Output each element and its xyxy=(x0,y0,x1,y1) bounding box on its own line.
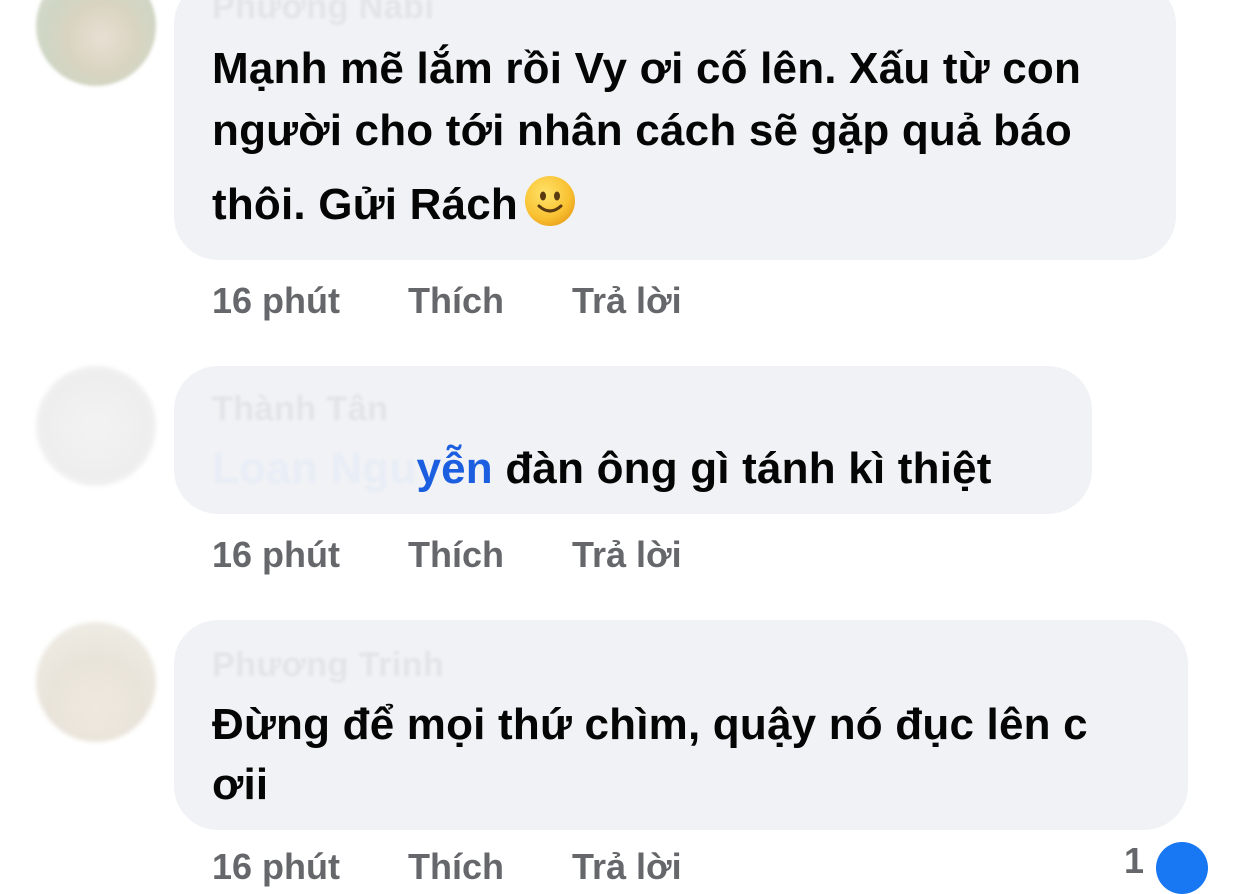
reply-button[interactable]: Trả lời xyxy=(572,534,682,576)
like-reaction-icon xyxy=(1156,842,1208,894)
reply-button[interactable]: Trả lời xyxy=(572,280,682,322)
comment-author[interactable]: Phương Trinh xyxy=(212,646,444,685)
like-button[interactable]: Thích xyxy=(408,534,504,576)
slightly-smiling-face-icon xyxy=(525,176,576,226)
reply-button[interactable]: Trả lời xyxy=(572,846,682,888)
comment-time[interactable]: 16 phút xyxy=(212,534,340,576)
comment-text: Loan Nguyễn đàn ông gì tánh kì thiệt xyxy=(212,438,992,500)
comment-text-line-3-text: thôi. Gửi Rách xyxy=(212,180,519,229)
comment-text-line-1: Đừng để mọi thứ chìm, quậy nó đục lên c xyxy=(212,700,1088,749)
like-button[interactable]: Thích xyxy=(408,280,504,322)
comment-text-line-1: Mạnh mẽ lắm rồi Vy ơi cố lên. Xấu từ con xyxy=(212,44,1082,93)
comment-text-body: đàn ông gì tánh kì thiệt xyxy=(492,444,992,493)
like-button[interactable]: Thích xyxy=(408,846,504,888)
avatar[interactable] xyxy=(36,0,156,86)
comment-time[interactable]: 16 phút xyxy=(212,846,340,888)
comment-time[interactable]: 16 phút xyxy=(212,280,340,322)
comment-author[interactable]: Phương Nabi xyxy=(212,0,434,27)
mention-link[interactable]: yễn xyxy=(416,444,492,493)
avatar[interactable] xyxy=(36,366,156,486)
comment-text-line-2: ơii xyxy=(212,760,269,809)
comment-text-line-2: người cho tới nhân cách sẽ gặp quả báo xyxy=(212,106,1072,155)
comment-author[interactable]: Thành Tân xyxy=(212,390,388,429)
comment-text-line-3: thôi. Gửi Rách xyxy=(212,174,576,236)
avatar[interactable] xyxy=(36,622,156,742)
mention-link-faded[interactable]: Loan Ngu xyxy=(212,444,416,493)
reaction-count[interactable]: 1 xyxy=(1124,840,1144,882)
